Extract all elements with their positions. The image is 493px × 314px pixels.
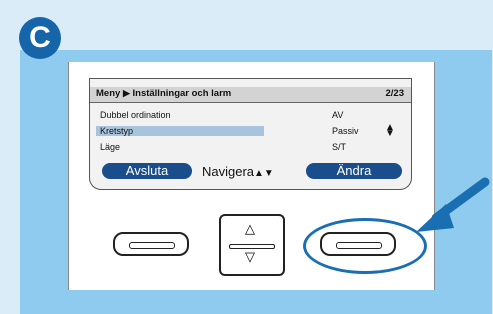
left-hardware-button[interactable] (113, 232, 189, 256)
exit-softkey[interactable]: Avsluta (102, 163, 192, 179)
up-arrow-icon[interactable]: △ (245, 221, 255, 237)
setting-value: Passiv (332, 126, 359, 136)
breadcrumb-root: Meny (96, 88, 121, 99)
change-softkey[interactable]: Ändra (306, 163, 402, 179)
breadcrumb: Meny ▶ Inställningar och larm (96, 88, 231, 99)
page-indicator: 2/23 (385, 88, 405, 99)
setting-value: S/T (332, 142, 347, 152)
setting-label: Dubbel ordination (100, 110, 171, 120)
setting-row-selected[interactable]: Kretstyp Passiv ▲ ▼ (90, 122, 411, 139)
button-bar-icon (129, 242, 175, 249)
navigate-hardware-button[interactable]: △ ▽ (219, 214, 285, 276)
up-down-arrows-icon: ▲ ▼ (385, 122, 395, 139)
softkey-bar: Avsluta Navigera▲▼ Ändra (90, 163, 411, 183)
down-arrow-icon[interactable]: ▽ (245, 249, 255, 265)
setting-value: AV (332, 110, 344, 120)
setting-label: Kretstyp (96, 126, 264, 136)
device-screen: Meny ▶ Inställningar och larm 2/23 Dubbe… (89, 78, 412, 190)
navigate-label: Navigera▲▼ (202, 164, 274, 179)
screen-header: Meny ▶ Inställningar och larm 2/23 (90, 87, 411, 103)
step-badge: C (19, 17, 61, 59)
navigate-arrows-icon: ▲▼ (254, 168, 274, 179)
breadcrumb-page: Inställningar och larm (132, 88, 232, 99)
highlight-ring (303, 218, 427, 274)
setting-label: Läge (100, 142, 121, 152)
setting-row[interactable]: Läge S/T (90, 141, 411, 154)
breadcrumb-separator-icon: ▶ (122, 88, 130, 98)
setting-row[interactable]: Dubbel ordination AV (90, 109, 411, 122)
